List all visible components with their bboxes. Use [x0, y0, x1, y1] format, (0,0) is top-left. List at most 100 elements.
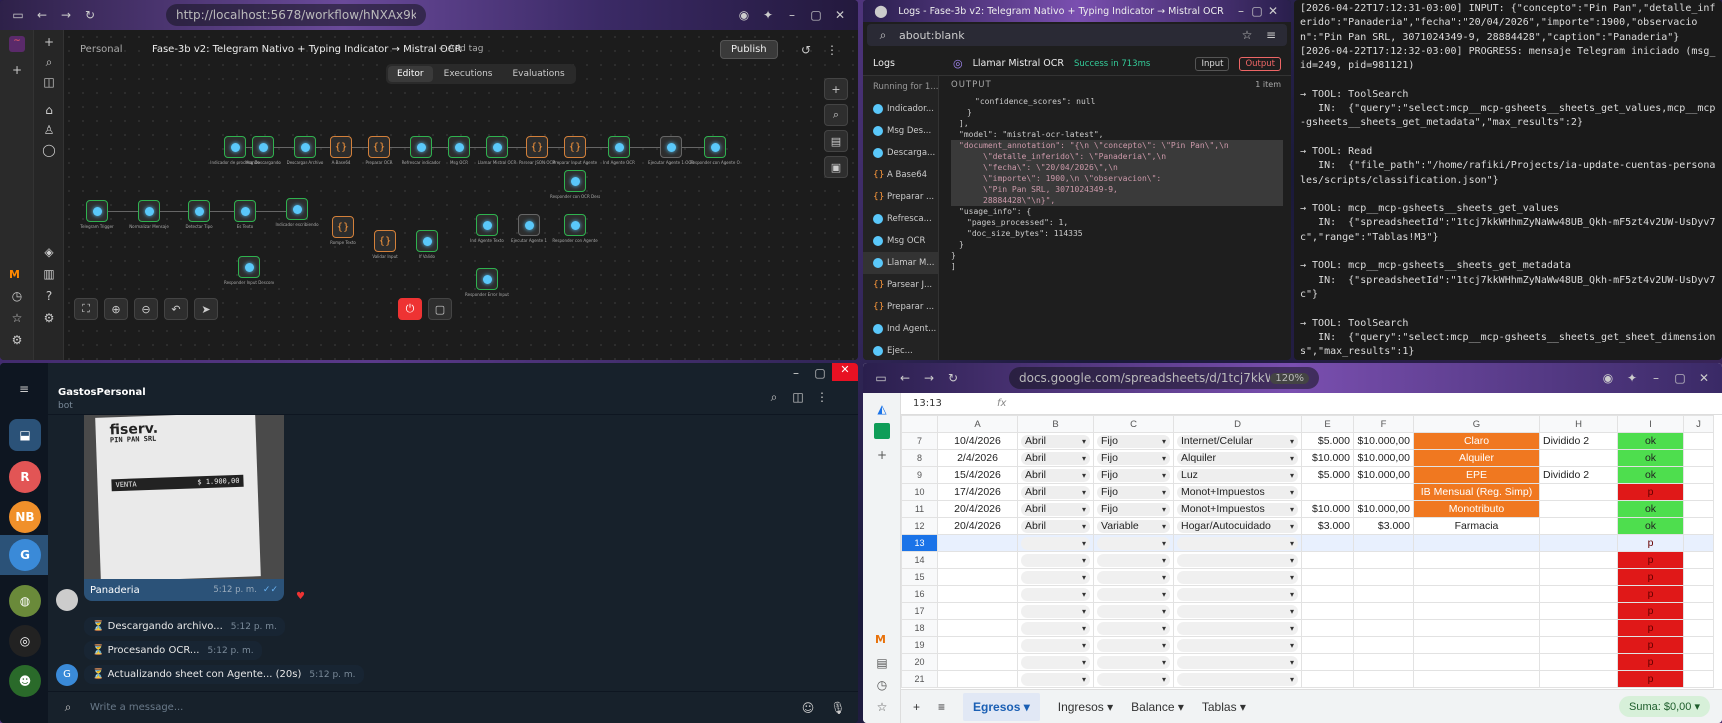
- logs-url-bar[interactable]: ⌕ about:blank ☆ ≡: [867, 24, 1287, 46]
- n8n-panel-icon[interactable]: ◫: [41, 74, 57, 90]
- sh-minimize-icon[interactable]: –: [1648, 370, 1664, 386]
- n8n-canvas[interactable]: Personal Fase-3b v2: Telegram Nativo + T…: [34, 30, 858, 360]
- cell-observacion[interactable]: Dividido 2: [1539, 432, 1618, 450]
- cell-categoria[interactable]: Luz: [1173, 466, 1302, 484]
- stop-execution-button[interactable]: ⏻: [398, 298, 422, 320]
- message-input[interactable]: Write a message...: [90, 702, 786, 713]
- tab-balance[interactable]: Balance ▾: [1131, 700, 1184, 714]
- zoom-in-button[interactable]: ⊕: [104, 298, 128, 320]
- node-bottom-5[interactable]: {}: [332, 216, 354, 238]
- cell-j[interactable]: [1683, 483, 1714, 501]
- tg-search-icon[interactable]: ⌕: [766, 389, 782, 405]
- pointer-button[interactable]: ➤: [194, 298, 218, 320]
- row-number[interactable]: 20: [901, 653, 938, 671]
- cell-empty[interactable]: [1353, 551, 1414, 569]
- cell-dropdown[interactable]: [1093, 551, 1174, 569]
- row-number[interactable]: 19: [901, 636, 938, 654]
- cell-dropdown[interactable]: [1093, 602, 1174, 620]
- cell-fecha[interactable]: 10/4/2026: [937, 432, 1018, 450]
- cell-j[interactable]: [1683, 670, 1714, 688]
- more-options-icon[interactable]: ⋮: [824, 42, 840, 58]
- sh-maximize-icon[interactable]: ▢: [1672, 370, 1688, 386]
- dropdown-chip[interactable]: [1177, 570, 1298, 584]
- tab-evaluations[interactable]: Evaluations: [504, 66, 574, 82]
- breadcrumb-root[interactable]: Personal: [80, 44, 123, 55]
- row-number[interactable]: 18: [901, 619, 938, 637]
- cell-empty[interactable]: [1301, 534, 1354, 552]
- node-bottom-12[interactable]: [476, 268, 498, 290]
- dropdown-chip[interactable]: Alquiler: [1177, 451, 1298, 465]
- n8n-search-icon[interactable]: ⌕: [41, 54, 57, 70]
- cell-importe[interactable]: $10.000: [1301, 500, 1354, 518]
- cell-dropdown[interactable]: [1093, 585, 1174, 603]
- sh-files-icon[interactable]: ▤: [874, 655, 890, 671]
- column-header-E[interactable]: E: [1301, 415, 1354, 433]
- node-top-6[interactable]: [448, 136, 470, 158]
- tg-sidebar-icon[interactable]: ◫: [790, 389, 806, 405]
- cell-dropdown[interactable]: [1017, 670, 1094, 688]
- dropdown-chip[interactable]: Abril: [1021, 502, 1090, 516]
- cell-observacion[interactable]: Dividido 2: [1539, 466, 1618, 484]
- heart-reaction-icon[interactable]: ♥: [296, 591, 305, 602]
- receipt-photo[interactable]: fiserv. PIN PAN SRL VENTA $ 1.900,00: [84, 415, 284, 579]
- cell-importe[interactable]: $10.000: [1301, 449, 1354, 467]
- workflow-title[interactable]: Fase-3b v2: Telegram Nativo + Typing Ind…: [152, 44, 462, 55]
- cell-tipo[interactable]: Fijo: [1093, 432, 1174, 450]
- cell-categoria[interactable]: Internet/Celular: [1173, 432, 1302, 450]
- cell-dropdown[interactable]: [1017, 568, 1094, 586]
- logs-output-tab[interactable]: Output: [1239, 56, 1281, 71]
- tg-maximize-icon[interactable]: ▢: [812, 365, 828, 381]
- cell-empty[interactable]: [1413, 568, 1540, 586]
- cell-empty[interactable]: [1413, 619, 1540, 637]
- cell-tipo[interactable]: Variable: [1093, 517, 1174, 535]
- column-header-D[interactable]: D: [1173, 415, 1302, 433]
- cell-dropdown[interactable]: [1173, 585, 1302, 603]
- cell-empty[interactable]: [1539, 619, 1618, 637]
- dropdown-chip[interactable]: Abril: [1021, 519, 1090, 533]
- cell-j[interactable]: [1683, 517, 1714, 535]
- chat-avatar-ai[interactable]: ◎: [9, 625, 41, 657]
- dropdown-chip[interactable]: [1021, 536, 1090, 550]
- dropdown-chip[interactable]: Fijo: [1097, 434, 1170, 448]
- gmail-icon[interactable]: M: [9, 268, 20, 281]
- chat-avatar-group[interactable]: ◍: [9, 585, 41, 617]
- cell-detalle[interactable]: IB Mensual (Reg. Simp): [1413, 483, 1540, 501]
- dropdown-chip[interactable]: [1177, 604, 1298, 618]
- cell-empty[interactable]: [1539, 585, 1618, 603]
- user-icon[interactable]: ♙: [41, 122, 57, 138]
- cell-estado[interactable]: p: [1617, 585, 1684, 603]
- column-header-F[interactable]: F: [1353, 415, 1414, 433]
- cell-empty[interactable]: [1301, 619, 1354, 637]
- publish-button[interactable]: Publish: [720, 40, 778, 59]
- dropdown-chip[interactable]: Variable: [1097, 519, 1170, 533]
- zoom-out-button[interactable]: ⊖: [134, 298, 158, 320]
- dropdown-chip[interactable]: [1097, 604, 1170, 618]
- cell-mes[interactable]: Abril: [1017, 483, 1094, 501]
- add-node-button[interactable]: +: [824, 78, 848, 100]
- cell-estado[interactable]: p: [1617, 483, 1684, 501]
- cell-j[interactable]: [1683, 551, 1714, 569]
- notes-button[interactable]: ▤: [824, 130, 848, 152]
- node-top-9[interactable]: {}: [564, 136, 586, 158]
- cell-empty[interactable]: [1353, 534, 1414, 552]
- tg-menu-icon[interactable]: ≡: [16, 381, 32, 397]
- dropdown-chip[interactable]: [1021, 604, 1090, 618]
- dropdown-chip[interactable]: [1021, 655, 1090, 669]
- node-bottom-8[interactable]: [476, 214, 498, 236]
- cell-empty[interactable]: [1539, 653, 1618, 671]
- cell-total[interactable]: $10.000,00: [1353, 500, 1414, 518]
- node-top-11[interactable]: [660, 136, 682, 158]
- cell-empty[interactable]: [1301, 585, 1354, 603]
- cell-dropdown[interactable]: [1017, 619, 1094, 637]
- dropdown-chip[interactable]: [1177, 553, 1298, 567]
- cell-empty[interactable]: [1353, 602, 1414, 620]
- cell-j[interactable]: [1683, 619, 1714, 637]
- minimize-icon[interactable]: –: [784, 7, 800, 23]
- dropdown-chip[interactable]: Internet/Celular: [1177, 434, 1298, 448]
- cell-dropdown[interactable]: [1173, 653, 1302, 671]
- logs-item-10[interactable]: Ind Agent...: [863, 318, 938, 340]
- cell-observacion[interactable]: [1539, 449, 1618, 467]
- cell-tipo[interactable]: Fijo: [1093, 449, 1174, 467]
- dropdown-chip[interactable]: [1177, 638, 1298, 652]
- sheets-app-icon[interactable]: [874, 423, 890, 439]
